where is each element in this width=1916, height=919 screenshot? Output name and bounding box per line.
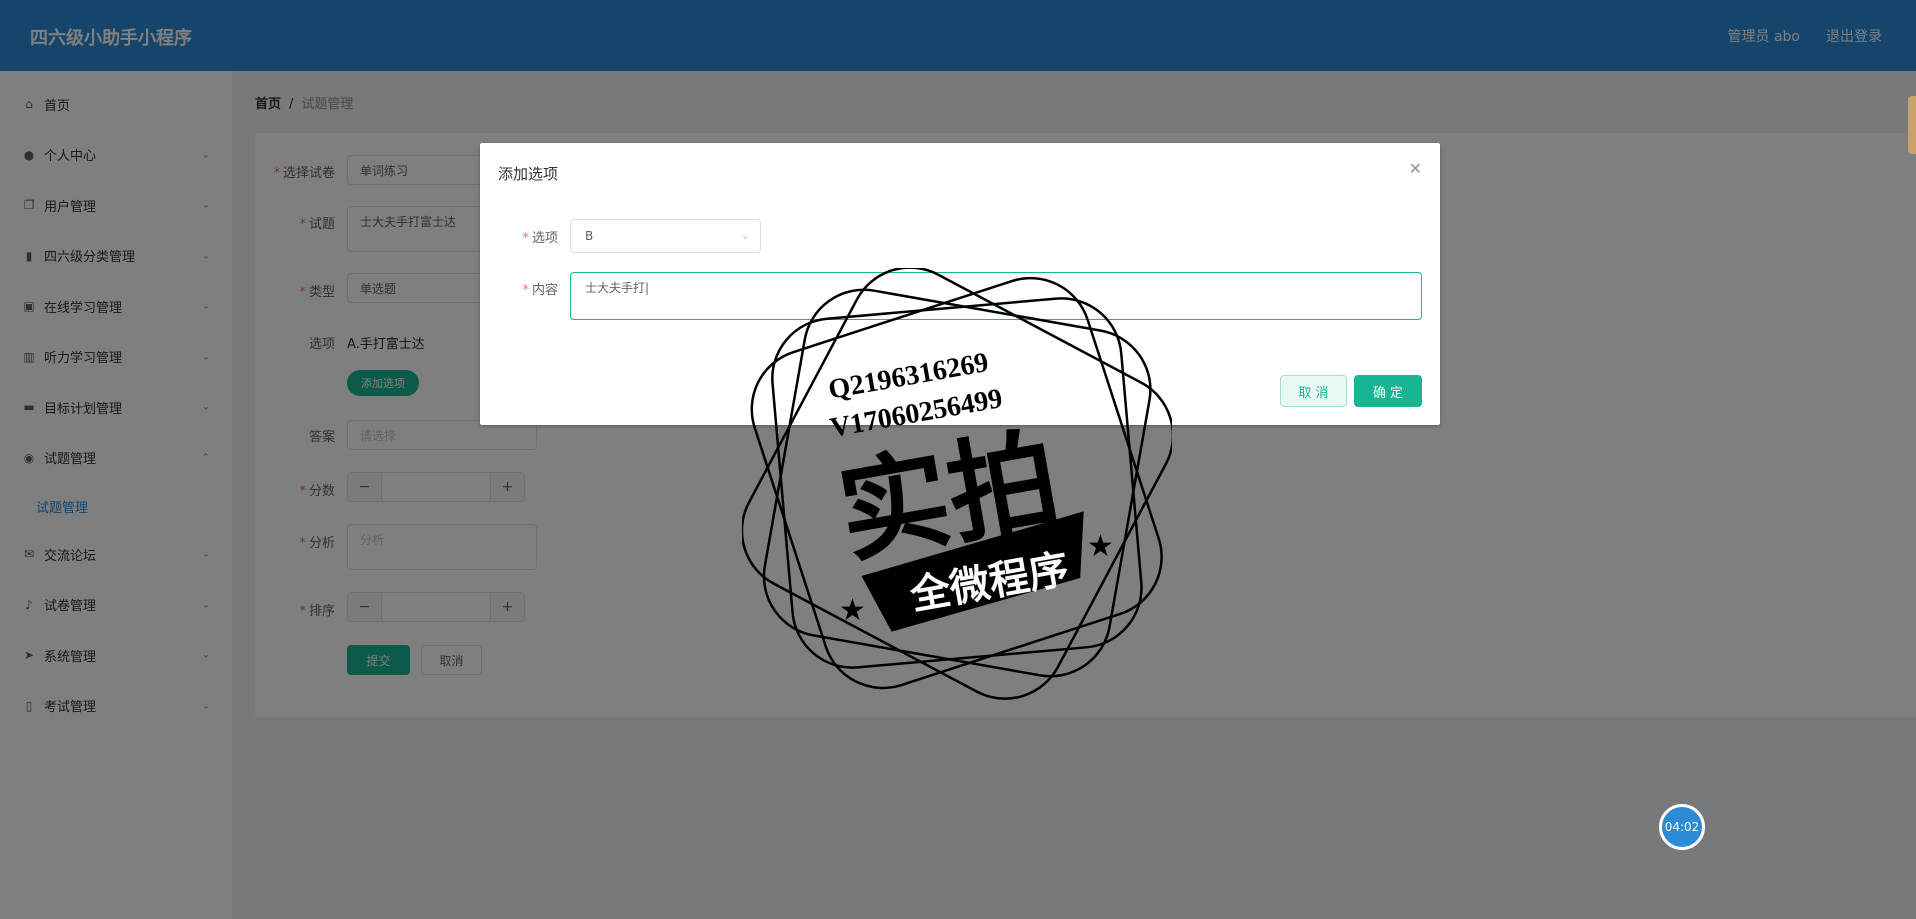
watermark-stamp: Q2196316269 V17060256499 实拍 全微程序 ★ ★ [742,268,1172,700]
recording-timer[interactable]: 04:02 [1659,804,1705,850]
dialog-confirm-button[interactable]: 确 定 [1354,375,1422,407]
dialog-title: 添加选项 [498,165,559,183]
option-select[interactable]: B ⌄ [570,219,761,253]
option-select-value: B [585,229,594,243]
close-icon[interactable]: ✕ [1409,159,1422,178]
chevron-down-icon: ⌄ [740,229,750,242]
dialog-cancel-button[interactable]: 取 消 [1280,375,1347,407]
scrollbar-handle[interactable] [1908,96,1916,154]
content-label: * 内容 [522,283,558,298]
star-icon: ★ [839,593,866,628]
option-label: * 选项 [522,231,558,246]
star-icon: ★ [1087,529,1114,564]
